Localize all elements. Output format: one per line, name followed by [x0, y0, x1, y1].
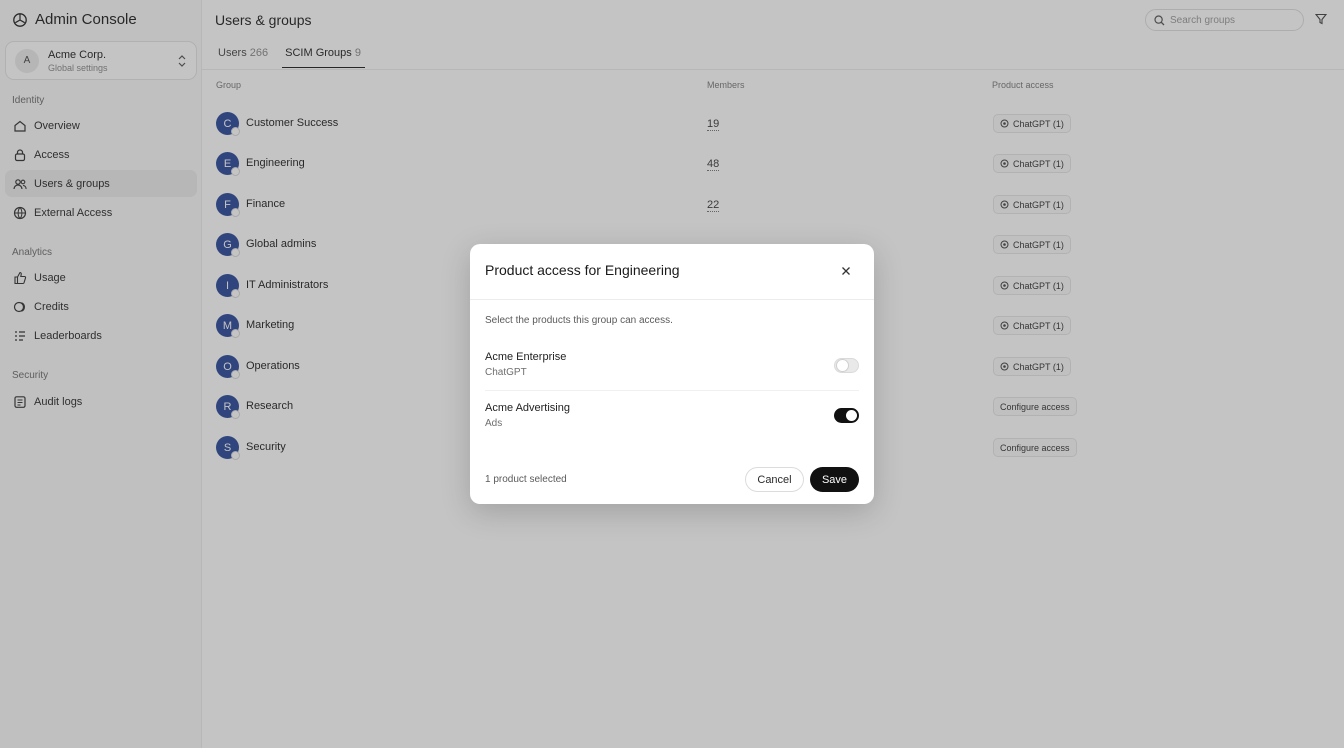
product-access-dialog: Product access for Engineering Select th… [470, 244, 874, 504]
dialog-title: Product access for Engineering [485, 262, 680, 278]
dialog-description: Select the products this group can acces… [485, 315, 673, 326]
product-divider [485, 390, 859, 391]
dialog-divider [470, 299, 874, 300]
product-subtitle: Ads [485, 418, 503, 429]
product-name: Acme Enterprise [485, 351, 567, 363]
selection-count: 1 product selected [485, 474, 567, 485]
cancel-button[interactable]: Cancel [745, 467, 804, 492]
product-toggle-acme-enterprise[interactable] [834, 358, 859, 373]
product-subtitle: ChatGPT [485, 367, 527, 378]
product-toggle-acme-advertising[interactable] [834, 408, 859, 423]
save-button[interactable]: Save [810, 467, 859, 492]
close-icon[interactable] [839, 264, 853, 278]
product-name: Acme Advertising [485, 402, 570, 414]
